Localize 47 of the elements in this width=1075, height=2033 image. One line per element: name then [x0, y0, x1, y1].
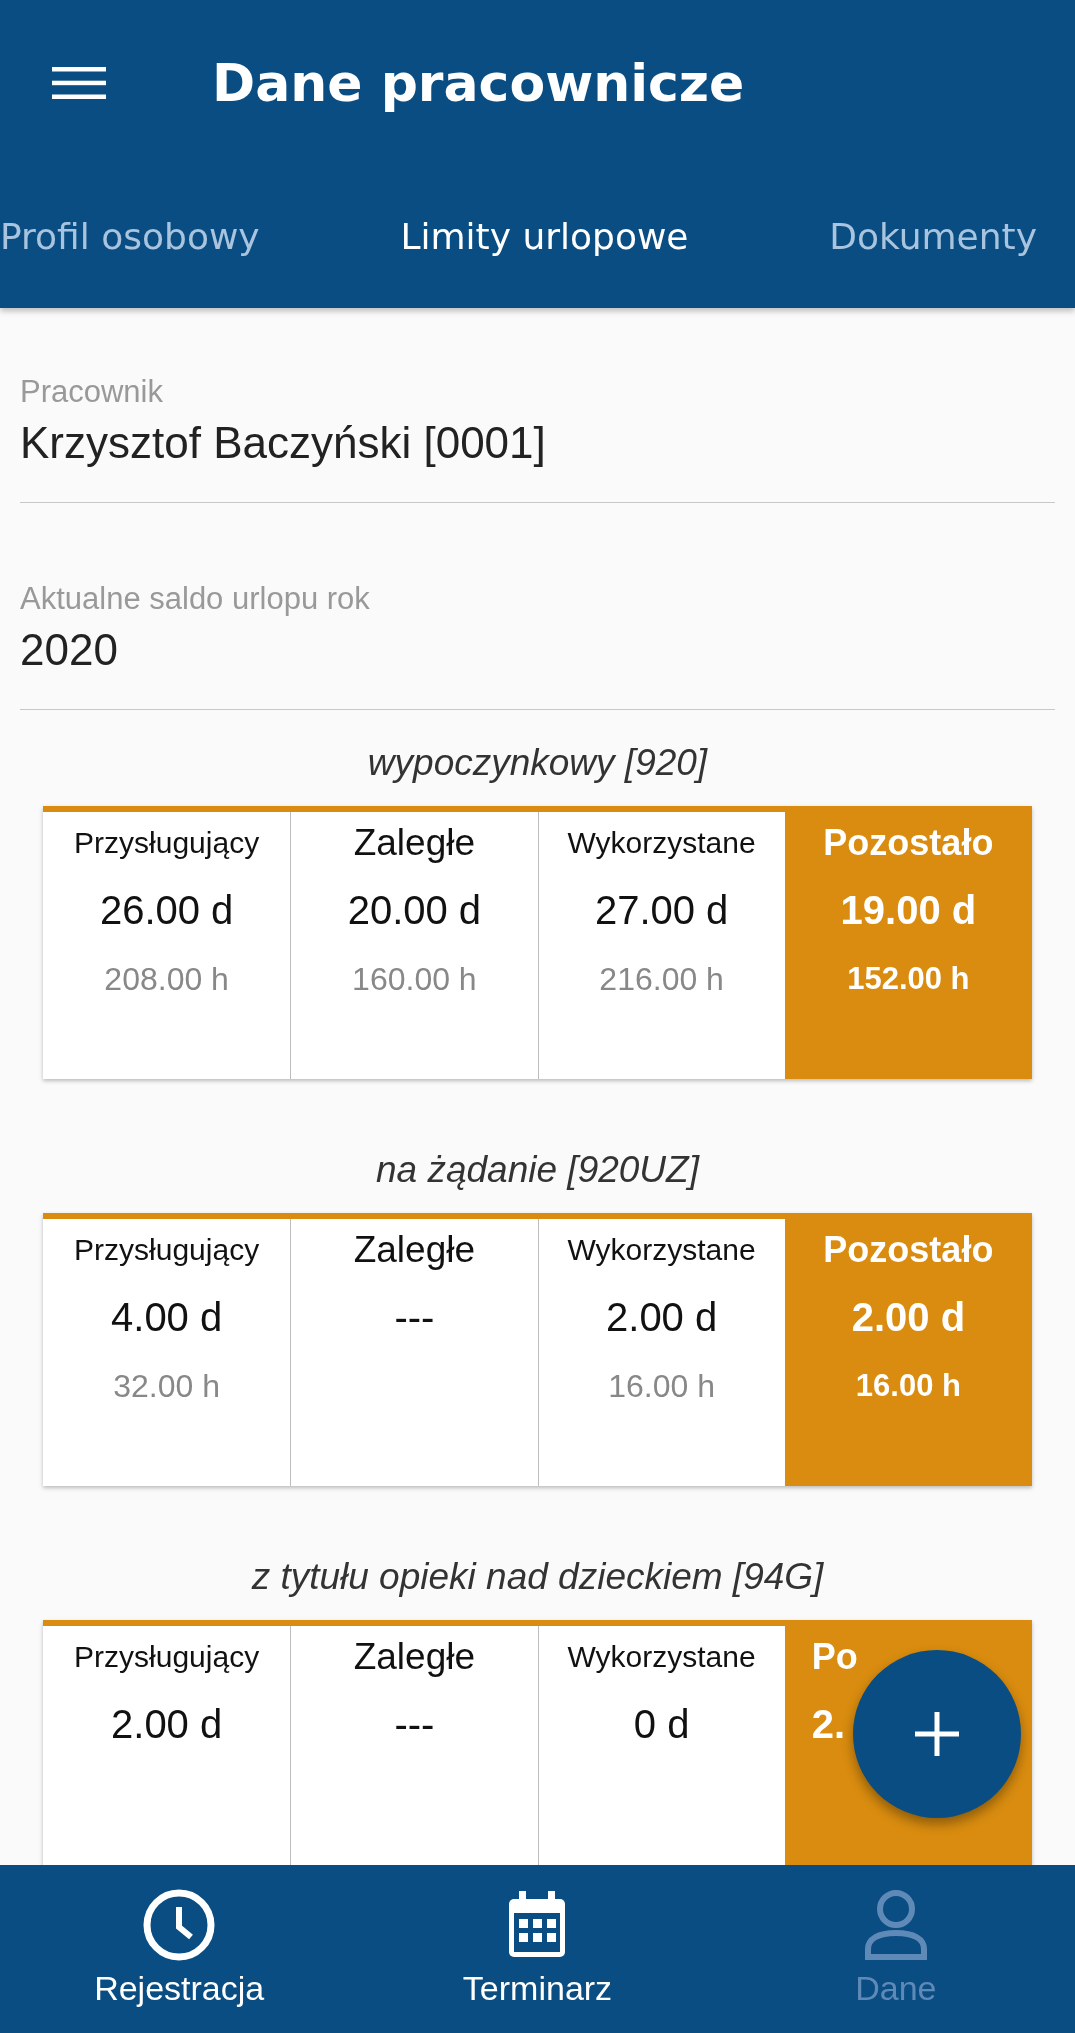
hours-value: 16.00 h [608, 1368, 715, 1405]
tab[interactable]: Limity urlopowe [400, 216, 689, 257]
hours-value: 216.00 h [599, 961, 724, 998]
column-label: Przysługujący [74, 1232, 260, 1268]
column-label: Zaległe [353, 1635, 476, 1679]
screen-title: Dane pracownicze [212, 52, 745, 113]
days-value: --- [394, 1295, 435, 1340]
days-value: 19.00 d [840, 888, 977, 933]
nav-item[interactable]: Rejestracja [0, 1865, 359, 2033]
tab[interactable]: Dokumenty [829, 216, 1037, 257]
column-label: Przysługujący [74, 825, 260, 861]
hours-value: 16.00 h [855, 1368, 961, 1404]
menu-icon [52, 66, 106, 99]
days-value: 0 d [633, 1702, 690, 1747]
field-value: Krzysztof Baczyński [0001] [20, 418, 547, 468]
hours-value: 32.00 h [113, 1368, 220, 1405]
field-label: Aktualne saldo urlopu rok [20, 581, 371, 617]
menu-button[interactable] [52, 66, 106, 99]
column-label: Wykorzystane [567, 1639, 756, 1675]
nav-item[interactable]: Terminarz [358, 1865, 717, 2033]
days-value: 27.00 d [594, 888, 729, 933]
column-label: Zaległe [353, 1228, 476, 1272]
days-value: 20.00 d [347, 888, 482, 933]
days-value: 4.00 d [111, 1295, 223, 1340]
column-label: Wykorzystane [567, 825, 756, 861]
field-label: Pracownik [20, 374, 164, 410]
column-label: Po [811, 1635, 858, 1679]
column-label: Wykorzystane [567, 1232, 756, 1268]
days-value: 2. [811, 1702, 846, 1747]
tab[interactable]: Profil osobowy [0, 216, 260, 257]
days-value: 2.00 d [851, 1295, 966, 1340]
leave-type-title: z tytułu opieki nad dzieckiem [94G] [250, 1556, 825, 1598]
plus-icon [915, 1712, 959, 1756]
column-label: Przysługujący [74, 1639, 260, 1675]
hours-value: 208.00 h [104, 961, 229, 998]
hours-value: 160.00 h [352, 961, 477, 998]
column-label: Pozostało [823, 821, 994, 865]
column-label: Pozostało [823, 1228, 994, 1272]
days-value: --- [394, 1702, 435, 1747]
days-value: 26.00 d [99, 888, 234, 933]
days-value: 2.00 d [606, 1295, 718, 1340]
days-value: 2.00 d [111, 1702, 223, 1747]
column-label: Zaległe [353, 821, 476, 865]
leave-type-title: wypoczynkowy [920] [366, 742, 709, 784]
leave-type-title: na żądanie [920UZ] [375, 1149, 701, 1191]
hours-value: 152.00 h [847, 961, 970, 997]
field-value: 2020 [20, 625, 119, 675]
